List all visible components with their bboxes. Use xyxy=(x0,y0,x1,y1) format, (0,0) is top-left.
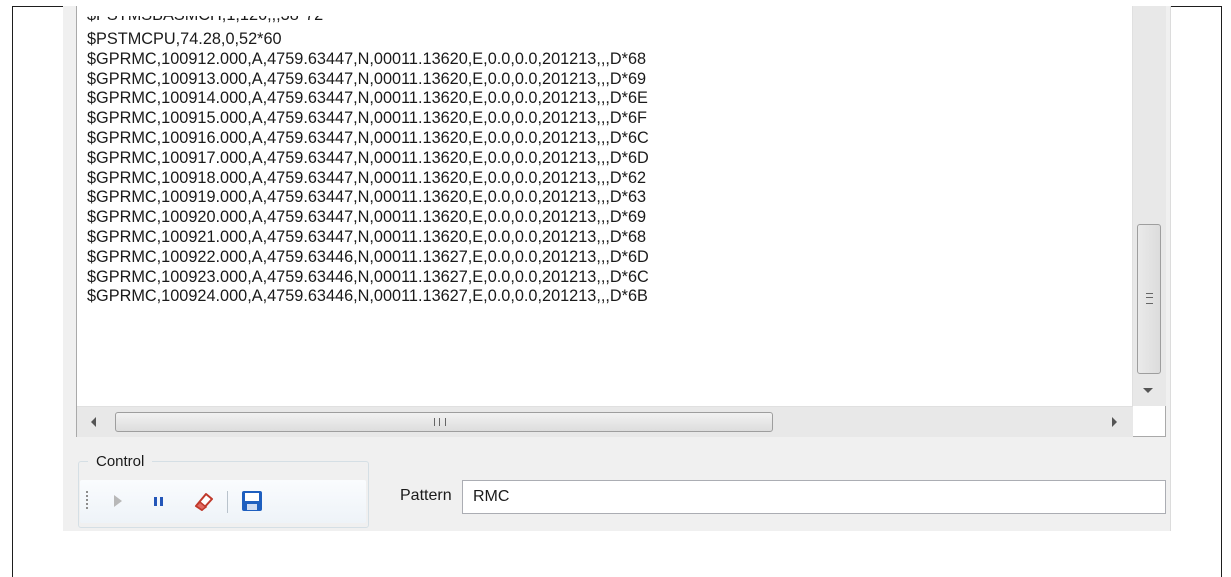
toolbar-grip-icon[interactable] xyxy=(86,491,88,511)
log-line: $GPRMC,100921.000,A,4759.63447,N,00011.1… xyxy=(87,227,647,246)
log-line: $GPRMC,100924.000,A,4759.63446,N,00011.1… xyxy=(87,287,648,306)
grip-icon xyxy=(1146,293,1153,304)
control-toolbar xyxy=(80,480,366,523)
log-line: $GPRMC,100914.000,A,4759.63447,N,00011.1… xyxy=(87,89,648,108)
vertical-scroll-thumb[interactable] xyxy=(1137,224,1161,374)
pause-button[interactable] xyxy=(146,488,172,514)
eraser-icon xyxy=(194,493,213,511)
log-line: $GPRMC,100917.000,A,4759.63447,N,00011.1… xyxy=(87,148,649,167)
log-line: $PSTMCPU,74.28,0,52*60 xyxy=(87,30,282,48)
clear-button[interactable] xyxy=(190,488,216,514)
toolbar-separator xyxy=(227,491,228,513)
horizontal-scroll-thumb[interactable] xyxy=(115,412,773,432)
scroll-right-arrow-icon[interactable] xyxy=(1112,417,1117,427)
play-button[interactable] xyxy=(106,488,132,514)
grip-icon xyxy=(434,418,446,426)
log-lines: $PSTMCPU,74.28,0,52*60 $GPRMC,100912.000,… xyxy=(87,30,1127,400)
log-line: $GPRMC,100919.000,A,4759.63447,N,00011.1… xyxy=(87,188,647,207)
pattern-label: Pattern xyxy=(400,487,452,504)
scroll-left-arrow-icon[interactable] xyxy=(91,417,96,427)
log-line: $GPRMC,100918.000,A,4759.63447,N,00011.1… xyxy=(87,168,647,187)
log-line: $GPRMC,100913.000,A,4759.63447,N,00011.1… xyxy=(87,69,647,88)
save-button[interactable] xyxy=(239,488,265,514)
log-line: $GPRMC,100912.000,A,4759.63447,N,00011.1… xyxy=(87,49,647,68)
save-icon xyxy=(242,491,262,511)
log-line: $GPRMC,100920.000,A,4759.63447,N,00011.1… xyxy=(87,208,647,227)
control-group-label: Control xyxy=(88,452,153,472)
log-textbox[interactable]: $PSTMSBASMCH,1,126,,,38*72 $PSTMCPU,74.2… xyxy=(76,6,1166,437)
scroll-down-arrow-icon[interactable] xyxy=(1143,388,1153,393)
pattern-input[interactable] xyxy=(462,480,1166,514)
vertical-scrollbar[interactable] xyxy=(1132,6,1166,406)
log-line: $GPRMC,100922.000,A,4759.63446,N,00011.1… xyxy=(87,247,649,266)
log-line: $GPRMC,100923.000,A,4759.63446,N,00011.1… xyxy=(87,267,649,286)
log-line: $GPRMC,100916.000,A,4759.63447,N,00011.1… xyxy=(87,128,649,147)
horizontal-scrollbar[interactable] xyxy=(77,406,1133,437)
log-line: $GPRMC,100915.000,A,4759.63447,N,00011.1… xyxy=(87,109,648,128)
